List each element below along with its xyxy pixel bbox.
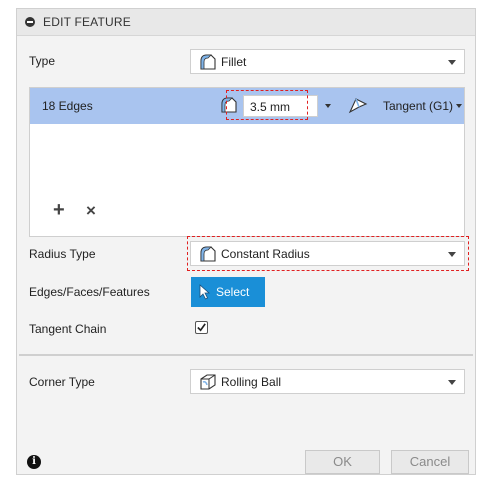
edit-feature-dialog: EDIT FEATURE Type Fillet 18 Edges 3.5 mm [16, 8, 476, 475]
tangent-dropdown-arrow-icon[interactable] [456, 104, 462, 108]
dialog-titlebar: EDIT FEATURE [17, 9, 475, 36]
info-icon[interactable]: i [27, 455, 41, 469]
tangent-icon [348, 98, 368, 114]
ok-button[interactable]: OK [305, 450, 380, 474]
tangent-chain-label: Tangent Chain [29, 322, 107, 336]
add-edge-icon[interactable]: + [53, 200, 65, 220]
dialog-footer: i OK Cancel [17, 441, 475, 474]
tangent-value[interactable]: Tangent (G1) [383, 99, 453, 113]
tangent-chain-checkbox[interactable] [195, 321, 208, 334]
radius-type-label: Radius Type [29, 247, 96, 261]
type-label: Type [29, 54, 56, 68]
chevron-down-icon [448, 380, 456, 385]
edges-faces-features-label: Edges/Faces/Features [29, 285, 150, 299]
checkmark-icon [197, 323, 206, 332]
corner-type-dropdown[interactable]: Rolling Ball [190, 369, 465, 394]
chevron-down-icon [448, 60, 456, 65]
dialog-title: EDIT FEATURE [43, 15, 131, 29]
cursor-icon [199, 284, 211, 300]
section-divider [19, 354, 473, 356]
cancel-button[interactable]: Cancel [391, 450, 469, 474]
type-dropdown[interactable]: Fillet [190, 49, 465, 74]
type-value: Fillet [221, 55, 247, 69]
edges-count-label: 18 Edges [42, 99, 93, 113]
radius-value-highlight [226, 90, 308, 120]
collapse-icon[interactable] [25, 17, 35, 27]
select-button-label: Select [216, 285, 250, 299]
corner-type-label: Corner Type [29, 375, 95, 389]
fillet-icon [200, 54, 216, 70]
corner-type-value: Rolling Ball [221, 375, 282, 389]
select-button[interactable]: Select [191, 277, 265, 307]
remove-edge-icon[interactable]: × [86, 201, 96, 221]
rolling-ball-icon [200, 374, 216, 390]
radius-type-highlight [187, 236, 469, 271]
radius-dropdown-arrow-icon[interactable] [325, 104, 331, 108]
